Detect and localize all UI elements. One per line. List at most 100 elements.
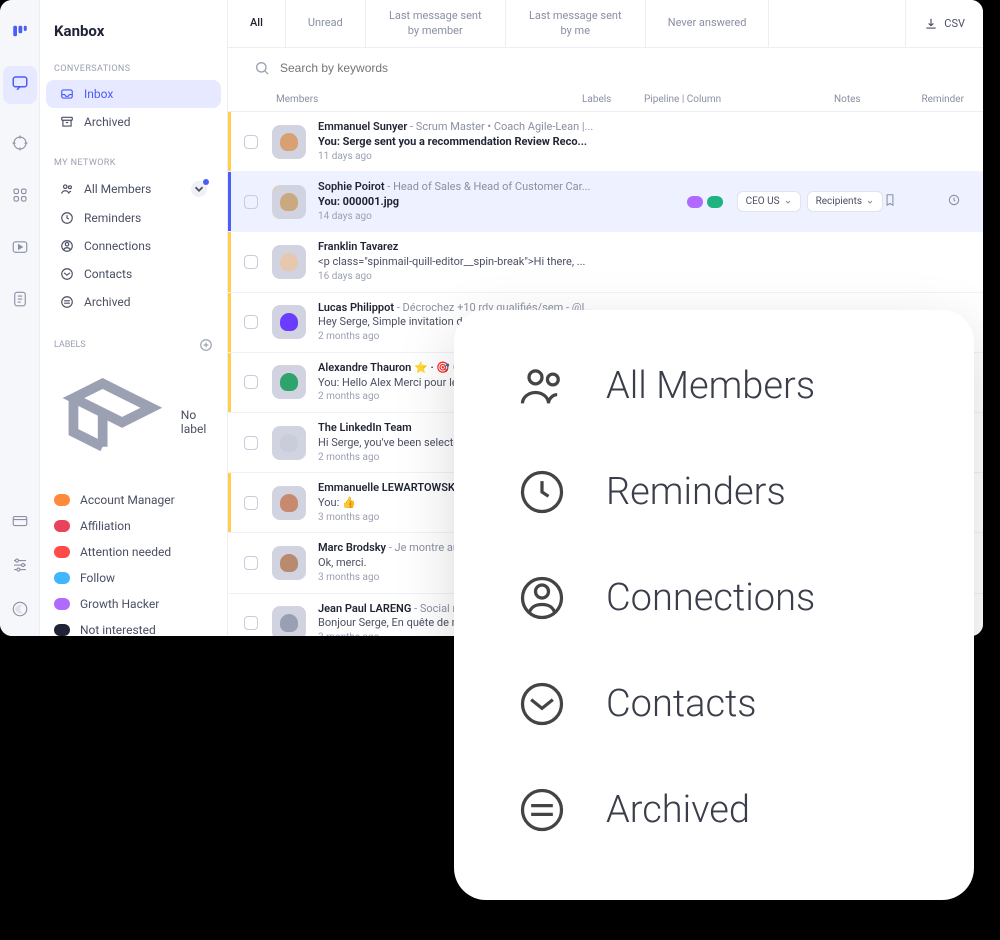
message-row[interactable]: Sophie Poirot - Head of Sales & Head of … — [228, 172, 983, 232]
row-checkbox[interactable] — [244, 375, 258, 389]
label-color-dot — [54, 624, 70, 636]
row-checkbox[interactable] — [244, 255, 258, 269]
popup-reminders[interactable]: Reminders — [516, 466, 912, 518]
message-preview: You: 000001.jpg — [318, 195, 679, 210]
rail-doc-icon[interactable] — [11, 290, 29, 312]
message-row[interactable]: Franklin Tavarez <p class="spinmail-quill… — [228, 232, 983, 292]
avatar — [272, 426, 306, 460]
tab-all[interactable]: All — [228, 0, 286, 47]
message-row[interactable]: Emmanuel Sunyer - Scrum Master • Coach A… — [228, 112, 983, 172]
member-name: Alexandre Thauron ⭐ · 🎯 — [318, 361, 450, 374]
brand-title: Kanbox — [40, 0, 227, 54]
col-reminder: Reminder — [894, 94, 964, 105]
row-checkbox[interactable] — [244, 556, 258, 570]
app-logo-icon — [11, 22, 29, 44]
member-name: Jean Paul LARENG — [318, 602, 411, 615]
label-color-dot — [54, 494, 70, 506]
rail-card-icon[interactable] — [11, 512, 29, 534]
rail-chat-icon[interactable] — [3, 66, 37, 104]
avatar — [272, 546, 306, 580]
avatar — [272, 606, 306, 636]
avatar — [272, 185, 306, 219]
rail-moon-icon[interactable] — [11, 600, 29, 622]
section-conversations-title: CONVERSATIONS — [40, 54, 227, 80]
label-affiliation[interactable]: Affiliation — [40, 513, 227, 539]
row-checkbox[interactable] — [244, 315, 258, 329]
reminder-icon[interactable] — [947, 192, 961, 211]
label-color-dot — [54, 598, 70, 610]
nav-archived[interactable]: Archived — [46, 288, 221, 316]
tab-last-message-sent-by-member[interactable]: Last message sent by member — [366, 0, 506, 47]
label-attention-needed[interactable]: Attention needed — [40, 539, 227, 565]
row-checkbox[interactable] — [244, 436, 258, 450]
popup-archived[interactable]: Archived — [516, 784, 912, 836]
row-checkbox[interactable] — [244, 135, 258, 149]
search-input[interactable] — [280, 61, 957, 75]
rail-play-icon[interactable] — [11, 238, 29, 260]
csv-label: CSV — [944, 17, 965, 30]
search-row — [228, 48, 983, 88]
col-labels: Labels — [582, 94, 644, 105]
member-name: Emmanuelle LEWARTOWSKI — [318, 481, 458, 494]
nav-reminders[interactable]: Reminders — [46, 204, 221, 232]
rail-grid-icon[interactable] — [11, 186, 29, 208]
label-follow[interactable]: Follow — [40, 565, 227, 591]
col-notes: Notes — [834, 94, 894, 105]
member-name: The LinkedIn Team — [318, 421, 412, 434]
label-color-dot — [54, 572, 70, 584]
label-account-manager[interactable]: Account Manager — [40, 487, 227, 513]
popup-connections[interactable]: Connections — [516, 572, 912, 624]
add-label-icon[interactable] — [199, 338, 213, 352]
search-icon — [254, 60, 270, 76]
row-checkbox[interactable] — [244, 496, 258, 510]
export-csv-button[interactable]: CSV — [905, 0, 983, 47]
member-name: Marc Brodsky — [318, 541, 386, 554]
column-headers: Members Labels Pipeline | Column Notes R… — [228, 88, 983, 112]
chevron-down-icon[interactable] — [191, 181, 207, 197]
section-labels-title: LABELS — [54, 340, 86, 350]
pipeline-dropdown[interactable]: CEO US — [737, 191, 801, 212]
member-name: Lucas Philippot — [318, 301, 394, 314]
nav-contacts[interactable]: Contacts — [46, 260, 221, 288]
member-name: Emmanuel Sunyer — [318, 120, 407, 133]
nav-archived[interactable]: Archived — [46, 108, 221, 136]
tab-last-message-sent-by-me[interactable]: Last message sent by me — [506, 0, 646, 47]
network-popup: All Members Reminders Connections Contacts A… — [454, 310, 974, 900]
note-icon[interactable] — [883, 192, 897, 211]
row-checkbox[interactable] — [244, 616, 258, 630]
message-time: 14 days ago — [318, 210, 679, 224]
tab-unread[interactable]: Unread — [286, 0, 366, 47]
tabs: AllUnreadLast message sent by memberLast… — [228, 0, 983, 48]
rail-sliders-icon[interactable] — [11, 556, 29, 578]
nav-connections[interactable]: Connections — [46, 232, 221, 260]
column-dropdown[interactable]: Recipients — [807, 191, 883, 212]
row-checkbox[interactable] — [244, 195, 258, 209]
nav-inbox[interactable]: Inbox — [46, 80, 221, 108]
sidebar: Kanbox CONVERSATIONS InboxArchived MY NE… — [40, 0, 228, 636]
rail-target-icon[interactable] — [11, 134, 29, 156]
col-members: Members — [276, 94, 582, 105]
label-no-label[interactable]: No label — [40, 358, 227, 487]
message-time: 16 days ago — [318, 270, 971, 284]
message-time: 11 days ago — [318, 150, 971, 164]
col-pipeline: Pipeline | Column — [644, 94, 834, 105]
message-preview: You: Serge sent you a recommendation Rev… — [318, 135, 971, 150]
avatar — [272, 305, 306, 339]
member-name: Franklin Tavarez — [318, 240, 398, 253]
label-not-interested[interactable]: Not interested — [40, 617, 227, 636]
popup-all members[interactable]: All Members — [516, 360, 912, 412]
label-growth-hacker[interactable]: Growth Hacker — [40, 591, 227, 617]
label-color-dot — [54, 546, 70, 558]
message-preview: <p class="spinmail-quill-editor__spin-br… — [318, 255, 971, 270]
left-rail — [0, 0, 40, 636]
label-color-dot — [54, 520, 70, 532]
avatar — [272, 125, 306, 159]
nav-all members[interactable]: All Members — [46, 174, 221, 204]
label-pill — [707, 196, 723, 208]
tab-never-answered[interactable]: Never answered — [646, 0, 770, 47]
avatar — [272, 365, 306, 399]
member-name: Sophie Poirot — [318, 180, 385, 193]
avatar — [272, 245, 306, 279]
popup-contacts[interactable]: Contacts — [516, 678, 912, 730]
section-network-title: MY NETWORK — [40, 148, 227, 174]
